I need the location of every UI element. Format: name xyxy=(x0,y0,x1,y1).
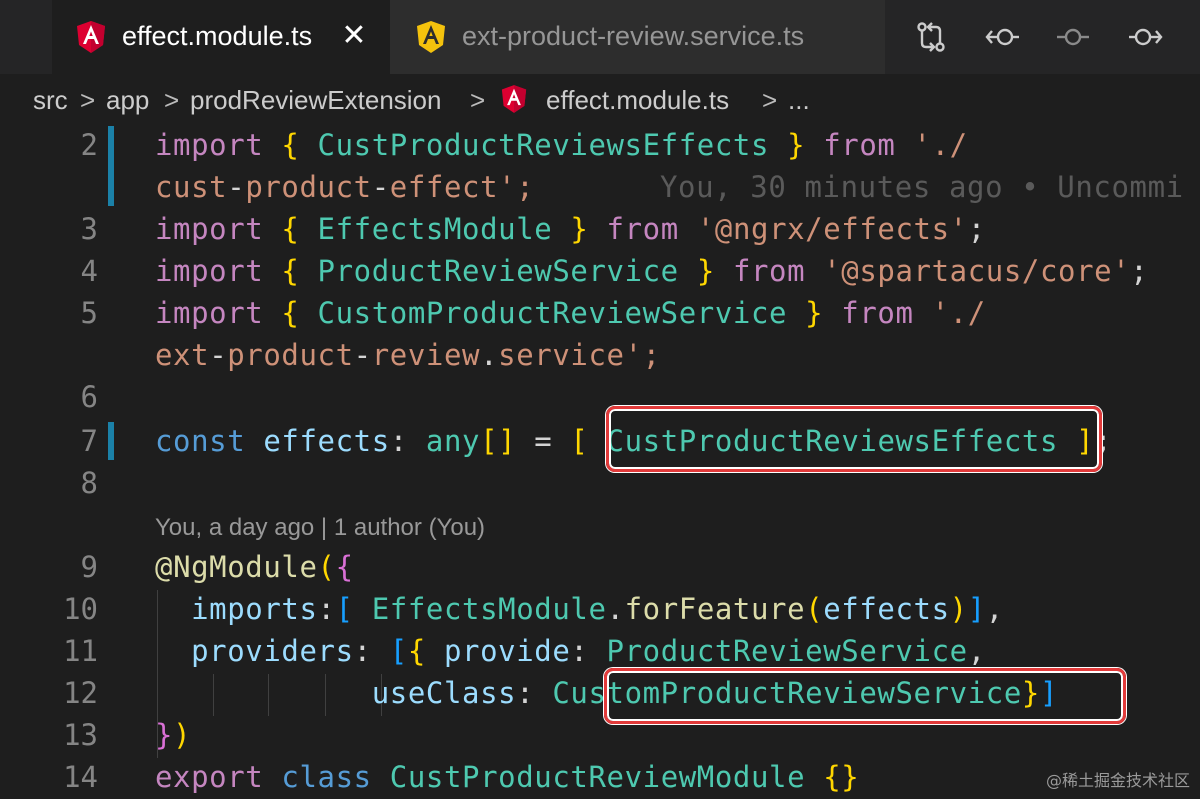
breadcrumb: src > app > prodReviewExtension > effect… xyxy=(0,74,1200,126)
line-number: 9 xyxy=(80,550,98,584)
breadcrumb-item-app[interactable]: app xyxy=(106,85,149,116)
code-line: export class CustProductReviewModule {} xyxy=(155,760,860,794)
line-number: 5 xyxy=(80,296,98,330)
code-editor[interactable]: 2 import { CustProductReviewsEffects } f… xyxy=(0,126,1200,799)
tab-effect-module[interactable]: effect.module.ts ✕ xyxy=(52,0,390,74)
go-forward-icon[interactable] xyxy=(1127,19,1163,55)
git-compare-icon[interactable] xyxy=(913,19,949,55)
tab-ext-product-review-service[interactable]: ext-product-review.service.ts xyxy=(390,0,885,74)
breadcrumb-separator: > xyxy=(470,85,486,115)
go-back-icon[interactable] xyxy=(985,19,1021,55)
line-number: 6 xyxy=(80,380,98,414)
gutter-modified-marker xyxy=(108,422,114,460)
angular-icon xyxy=(77,21,105,53)
line-number: 12 xyxy=(63,676,98,710)
line-number: 11 xyxy=(63,634,98,668)
angular-icon xyxy=(501,85,527,113)
line-number: 2 xyxy=(80,128,98,162)
breadcrumb-item-folder[interactable]: prodReviewExtension xyxy=(190,85,441,116)
line-number: 13 xyxy=(63,718,98,752)
code-line: imports:[ EffectsModule.forFeature(effec… xyxy=(191,592,1004,626)
code-line: ext-product-review.service'; xyxy=(155,338,661,372)
breadcrumb-separator: > xyxy=(164,85,180,115)
gutter-modified-marker xyxy=(108,126,114,206)
tab-bar: effect.module.ts ✕ ext-product-review.se… xyxy=(0,0,1200,74)
line-number: 4 xyxy=(80,254,98,288)
close-icon[interactable]: ✕ xyxy=(340,21,368,51)
breadcrumb-item-file[interactable]: effect.module.ts xyxy=(546,85,729,116)
angular-service-icon xyxy=(417,21,445,53)
code-line: import { CustProductReviewsEffects } fro… xyxy=(155,128,968,162)
tab-label: effect.module.ts xyxy=(122,21,313,51)
breadcrumb-item-src[interactable]: src xyxy=(33,85,68,116)
tab-label: ext-product-review.service.ts xyxy=(462,21,805,51)
code-line: import { CustomProductReviewService } fr… xyxy=(155,296,986,330)
codelens-authors[interactable]: You, a day ago | 1 author (You) xyxy=(155,514,485,542)
code-line: import { ProductReviewService } from '@s… xyxy=(155,254,1149,288)
commit-icon[interactable] xyxy=(1055,19,1091,55)
code-line: cust-product-effect'; xyxy=(155,170,535,204)
line-number: 8 xyxy=(80,466,98,500)
line-number: 10 xyxy=(63,592,98,626)
code-line: import { EffectsModule } from '@ngrx/eff… xyxy=(155,212,986,246)
code-line: }) xyxy=(155,718,192,752)
highlight-box-effects xyxy=(606,406,1102,472)
breadcrumb-separator: > xyxy=(762,85,778,115)
line-number: 7 xyxy=(80,424,98,458)
highlight-box-useclass xyxy=(604,668,1126,724)
git-blame-annotation: You, 30 minutes ago • Uncommi xyxy=(660,170,1184,204)
breadcrumb-item-symbols[interactable]: ... xyxy=(788,85,810,116)
watermark: @稀土掘金技术社区 xyxy=(1045,771,1190,790)
breadcrumb-separator: > xyxy=(80,85,96,115)
code-line: @NgModule({ xyxy=(155,550,354,584)
line-number: 3 xyxy=(80,212,98,246)
code-line: providers: [{ provide: ProductReviewServ… xyxy=(191,634,986,668)
line-number: 14 xyxy=(63,760,98,794)
